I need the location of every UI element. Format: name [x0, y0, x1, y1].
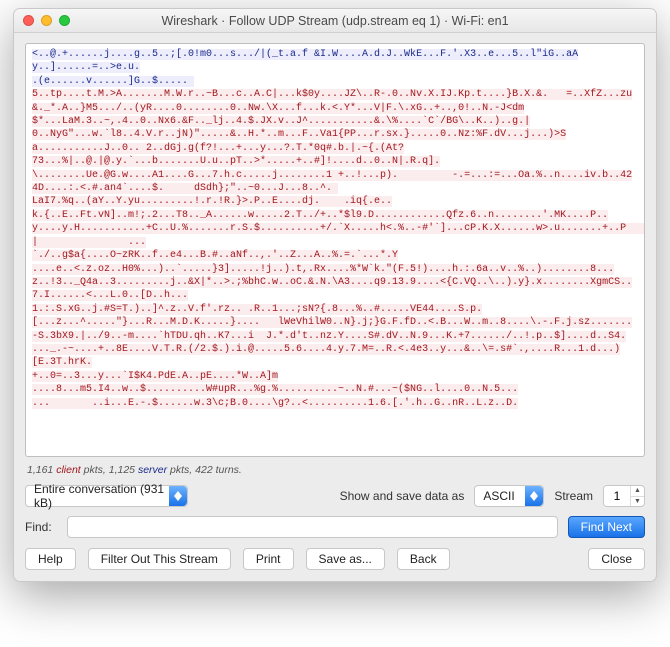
window-controls — [14, 15, 70, 26]
client-segment: `./..g$a{....O~zRK..f..e4...B.#..aNf..,.… — [32, 250, 398, 261]
find-input[interactable] — [67, 516, 558, 538]
client-segment: 5..tp....t.M.>A.......M.W.r..~B...c..A.C… — [32, 89, 632, 113]
chevron-updown-icon — [169, 486, 187, 506]
stream-number-input[interactable] — [604, 486, 630, 506]
filter-out-label: Filter Out This Stream — [101, 552, 218, 566]
close-window-icon[interactable] — [23, 15, 34, 26]
window: Wireshark · Follow UDP Stream (udp.strea… — [13, 8, 657, 582]
client-segment: ... ..i...E.-.$......w.3\c;B.0....\g?..<… — [32, 398, 518, 409]
conversation-select-value: Entire conversation (931 kB) — [34, 482, 165, 510]
stepper-down-icon[interactable]: ▼ — [631, 497, 644, 507]
client-word: client — [56, 464, 81, 476]
packet-summary: 1,161 client pkts, 1,125 server pkts, 42… — [27, 464, 643, 476]
client-segment: 0..NyG"...w.`l8..4.V.r..jN)".....&..H.*.… — [32, 129, 566, 153]
titlebar: Wireshark · Follow UDP Stream (udp.strea… — [14, 9, 656, 33]
zoom-window-icon[interactable] — [59, 15, 70, 26]
back-label: Back — [410, 552, 437, 566]
print-button[interactable]: Print — [243, 548, 294, 570]
filter-out-button[interactable]: Filter Out This Stream — [88, 548, 231, 570]
window-title: Wireshark · Follow UDP Stream (udp.strea… — [14, 14, 656, 28]
stream-label: Stream — [554, 489, 593, 503]
back-button[interactable]: Back — [397, 548, 450, 570]
server-pkt-count: 1,125 — [109, 464, 135, 476]
client-segment: ....e..<.z.oz..H0%...)..`.....}3].....!j… — [32, 264, 632, 302]
client-segment: +..0=..3...y...`I$K4.PdE.A..pE....*W..A]… — [32, 371, 278, 382]
show-as-label: Show and save data as — [340, 489, 465, 503]
find-label: Find: — [25, 520, 57, 534]
client-pkt-count: 1,161 — [27, 464, 53, 476]
client-segment: LaI7.%q..(aY..Y.yu.........!.r.!R.}>.P..… — [32, 196, 392, 207]
stream-content[interactable]: <..@.+......j....g..5..;[.0!m0...s.../|(… — [25, 43, 645, 457]
show-as-select[interactable]: ASCII — [474, 485, 544, 507]
client-segment: ....8...m5.I4..w..$..........W#upR...%g.… — [32, 384, 518, 395]
chevron-updown-icon — [525, 486, 543, 506]
find-next-label: Find Next — [581, 520, 632, 534]
client-segment: k.{..E..Ft.vN]..m!;.2...T8.._A......w...… — [32, 210, 645, 248]
server-word: server — [138, 464, 167, 476]
client-segment: $*...LaM.3..~,.4..0..Nx6.&F.._lj..4.$.JX… — [32, 116, 530, 127]
client-segment: \........Ue.@G.w....A1....G...7.h.c.....… — [32, 170, 632, 194]
minimize-window-icon[interactable] — [41, 15, 52, 26]
stream-text: <..@.+......j....g..5..;[.0!m0...s.../|(… — [32, 48, 638, 410]
show-as-value: ASCII — [483, 489, 514, 503]
server-segment: .(e......v......]G..$..... — [32, 76, 194, 87]
summary-mid2: pkts, — [170, 464, 195, 476]
client-segment: 73...%|..@.|@.y.`...b.......U.u..pT..>*.… — [32, 156, 440, 167]
server-segment: <..@.+......j....g..5..;[.0!m0...s.../|(… — [32, 49, 578, 73]
save-as-label: Save as... — [319, 552, 372, 566]
stream-number-stepper[interactable]: ▲ ▼ — [603, 485, 645, 507]
help-label: Help — [38, 552, 63, 566]
client-segment: [...z...^.....­"}...R...M.D.K.....}.... … — [32, 317, 632, 341]
turns-count: 422 turns. — [195, 464, 242, 476]
find-next-button[interactable]: Find Next — [568, 516, 645, 538]
print-label: Print — [256, 552, 281, 566]
summary-mid1: pkts, — [84, 464, 109, 476]
save-as-button[interactable]: Save as... — [306, 548, 385, 570]
client-segment: 1.:.S.xG..j.#S=T.)..]^.z..V.f'.rz.. .R..… — [32, 304, 482, 315]
client-segment: ..._.-~....+..8E....V.T.R.­(/2.$.).i.@..… — [32, 344, 620, 368]
close-button[interactable]: Close — [588, 548, 645, 570]
conversation-select[interactable]: Entire conversation (931 kB) — [25, 485, 188, 507]
help-button[interactable]: Help — [25, 548, 76, 570]
stepper-up-icon[interactable]: ▲ — [631, 486, 644, 497]
close-label: Close — [601, 552, 632, 566]
